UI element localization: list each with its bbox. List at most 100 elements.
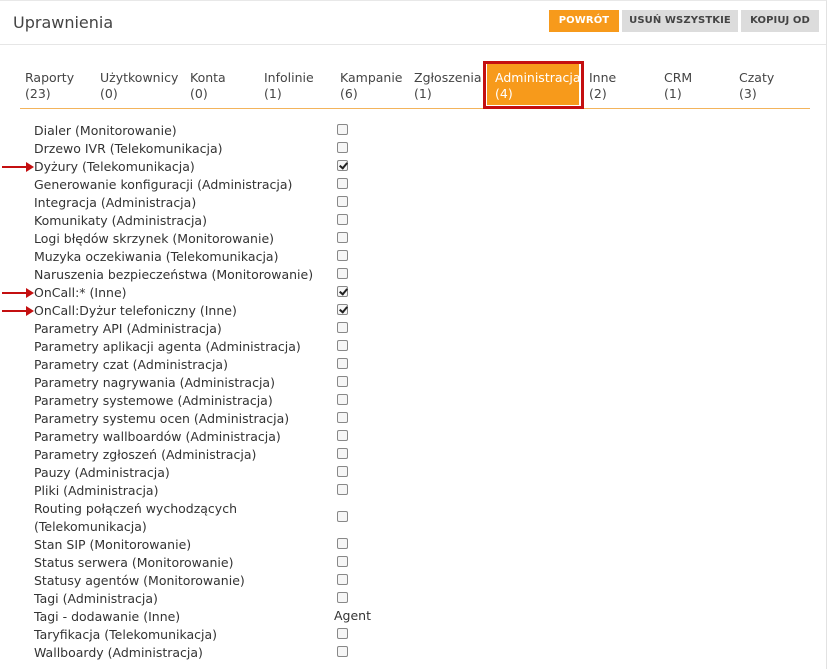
tab-count: (1) bbox=[264, 86, 282, 101]
permission-checkbox[interactable] bbox=[337, 160, 348, 171]
tab-label: Infolinie bbox=[264, 70, 314, 85]
permission-checkbox[interactable] bbox=[337, 304, 348, 315]
permission-checkbox[interactable] bbox=[337, 412, 348, 423]
red-arrow-icon bbox=[2, 288, 34, 298]
permission-label: Parametry API (Administracja) bbox=[34, 320, 334, 338]
permission-checkbox[interactable] bbox=[337, 358, 348, 369]
permission-name: OnCall:* (Inne) bbox=[34, 285, 127, 300]
permission-checkbox[interactable] bbox=[337, 214, 348, 225]
permission-label: Parametry nagrywania (Administracja) bbox=[34, 374, 334, 392]
tab-label: Inne bbox=[589, 70, 617, 85]
permission-label: Naruszenia bezpieczeństwa (Monitorowanie… bbox=[34, 266, 334, 284]
permission-name: Stan SIP (Monitorowanie) bbox=[34, 537, 192, 552]
permission-checkbox[interactable] bbox=[337, 646, 348, 657]
tab-count: (0) bbox=[190, 86, 208, 101]
page-header: Uprawnienia POWRÓT USUŃ WSZYSTKIE KOPIUJ… bbox=[0, 0, 826, 45]
permission-label: Status serwera (Monitorowanie) bbox=[34, 554, 334, 572]
permission-name: Parametry nagrywania (Administracja) bbox=[34, 375, 275, 390]
active-tab-highlight bbox=[483, 61, 584, 109]
permission-checkbox[interactable] bbox=[337, 376, 348, 387]
permission-checkbox[interactable] bbox=[337, 538, 348, 549]
permission-checkbox[interactable] bbox=[337, 142, 348, 153]
tab-count: (1) bbox=[664, 86, 682, 101]
permission-checkbox[interactable] bbox=[337, 250, 348, 261]
permission-label: Dyżury (Telekomunikacja) bbox=[34, 158, 334, 176]
tab-crm[interactable]: CRM (1) bbox=[664, 60, 692, 108]
red-arrow-icon bbox=[2, 162, 34, 172]
permission-name: Parametry wallboardów (Administracja) bbox=[34, 429, 281, 444]
copy-from-button[interactable]: KOPIUJ OD bbox=[741, 10, 819, 32]
permission-label: Generowanie konfiguracji (Administracja) bbox=[34, 176, 334, 194]
permission-label: Parametry wallboardów (Administracja) bbox=[34, 428, 334, 446]
tab-inne[interactable]: Inne (2) bbox=[589, 60, 616, 108]
permission-name: Dyżury (Telekomunikacja) bbox=[34, 159, 195, 174]
remove-all-button[interactable]: USUŃ WSZYSTKIE bbox=[622, 10, 738, 32]
permission-name: Statusy agentów (Monitorowanie) bbox=[34, 573, 245, 588]
tab-label: Użytkownicy bbox=[100, 70, 179, 85]
tab-raporty[interactable]: Raporty (23) bbox=[25, 60, 74, 108]
permission-checkbox[interactable] bbox=[337, 196, 348, 207]
tab-zgloszenia[interactable]: Zgłoszenia (1) bbox=[414, 60, 482, 108]
tab-count: (6) bbox=[340, 86, 358, 101]
back-button[interactable]: POWRÓT bbox=[549, 10, 619, 32]
permission-name: Parametry systemowe (Administracja) bbox=[34, 393, 273, 408]
permission-label: Routing połączeń wychodzących (Telekomuni… bbox=[34, 500, 334, 536]
permission-name: Parametry czat (Administracja) bbox=[34, 357, 228, 372]
tab-kampanie[interactable]: Kampanie (6) bbox=[340, 60, 403, 108]
permission-checkbox[interactable] bbox=[337, 394, 348, 405]
permission-checkbox[interactable] bbox=[337, 628, 348, 639]
permission-checkbox[interactable] bbox=[337, 484, 348, 495]
permission-name: Pauzy (Administracja) bbox=[34, 465, 170, 480]
tab-count: (23) bbox=[25, 86, 51, 101]
tab-label: Zgłoszenia bbox=[414, 70, 482, 85]
tab-czaty[interactable]: Czaty (3) bbox=[739, 60, 774, 108]
tab-label: Czaty bbox=[739, 70, 775, 85]
permission-name: Generowanie konfiguracji (Administracja) bbox=[34, 177, 293, 192]
permission-name: Komunikaty (Administracja) bbox=[34, 213, 207, 228]
permission-label: Tagi (Administracja) bbox=[34, 590, 334, 608]
permission-name: Logi błędów skrzynek (Monitorowanie) bbox=[34, 231, 275, 246]
permission-name: Drzewo IVR (Telekomunikacja) bbox=[34, 141, 223, 156]
permission-name: Routing połączeń wychodzących bbox=[34, 501, 237, 516]
permission-name-continued: (Telekomunikacja) bbox=[34, 519, 147, 534]
tab-uzytkownicy[interactable]: Użytkownicy (0) bbox=[100, 60, 178, 108]
tab-infolinie[interactable]: Infolinie (1) bbox=[264, 60, 314, 108]
permission-checkbox[interactable] bbox=[337, 232, 348, 243]
permission-label: Pliki (Administracja) bbox=[34, 482, 334, 500]
permission-label: Dialer (Monitorowanie) bbox=[34, 122, 334, 140]
tab-konta[interactable]: Konta (0) bbox=[190, 60, 226, 108]
permission-label: OnCall:* (Inne) bbox=[34, 284, 334, 302]
permission-label: Muzyka oczekiwania (Telekomunikacja) bbox=[34, 248, 334, 266]
permission-checkbox[interactable] bbox=[337, 286, 348, 297]
permission-checkbox[interactable] bbox=[337, 430, 348, 441]
tab-label: Kampanie bbox=[340, 70, 403, 85]
permission-checkbox[interactable] bbox=[337, 511, 348, 522]
permission-checkbox[interactable] bbox=[337, 574, 348, 585]
permission-name: Muzyka oczekiwania (Telekomunikacja) bbox=[34, 249, 279, 264]
permission-checkbox[interactable] bbox=[337, 124, 348, 135]
permission-label: Stan SIP (Monitorowanie) bbox=[34, 536, 334, 554]
tab-count: (3) bbox=[739, 86, 757, 101]
permission-checkbox[interactable] bbox=[337, 448, 348, 459]
permission-value[interactable]: Agent bbox=[334, 608, 371, 623]
permission-label: OnCall:Dyżur telefoniczny (Inne) bbox=[34, 302, 334, 320]
permission-name: Wallboardy (Administracja) bbox=[34, 645, 203, 660]
permission-name: Integracja (Administracja) bbox=[34, 195, 197, 210]
permission-checkbox[interactable] bbox=[337, 178, 348, 189]
permission-checkbox[interactable] bbox=[337, 466, 348, 477]
permission-label: Taryfikacja (Telekomunikacja) bbox=[34, 626, 334, 644]
permission-name: Parametry systemu ocen (Administracja) bbox=[34, 411, 290, 426]
permission-checkbox[interactable] bbox=[337, 556, 348, 567]
permission-checkbox[interactable] bbox=[337, 322, 348, 333]
tab-count: (1) bbox=[414, 86, 432, 101]
permission-checkbox[interactable] bbox=[337, 592, 348, 603]
permission-name: Naruszenia bezpieczeństwa (Monitorowanie… bbox=[34, 267, 314, 282]
permission-name: Taryfikacja (Telekomunikacja) bbox=[34, 627, 218, 642]
permission-label: Pauzy (Administracja) bbox=[34, 464, 334, 482]
permission-checkbox[interactable] bbox=[337, 268, 348, 279]
permission-label: Tagi - dodawanie (Inne) bbox=[34, 608, 334, 626]
permission-name: Parametry zgłoszeń (Administracja) bbox=[34, 447, 257, 462]
permission-label: Parametry aplikacji agenta (Administracj… bbox=[34, 338, 334, 356]
permission-checkbox[interactable] bbox=[337, 340, 348, 351]
permission-name: Tagi (Administracja) bbox=[34, 591, 158, 606]
